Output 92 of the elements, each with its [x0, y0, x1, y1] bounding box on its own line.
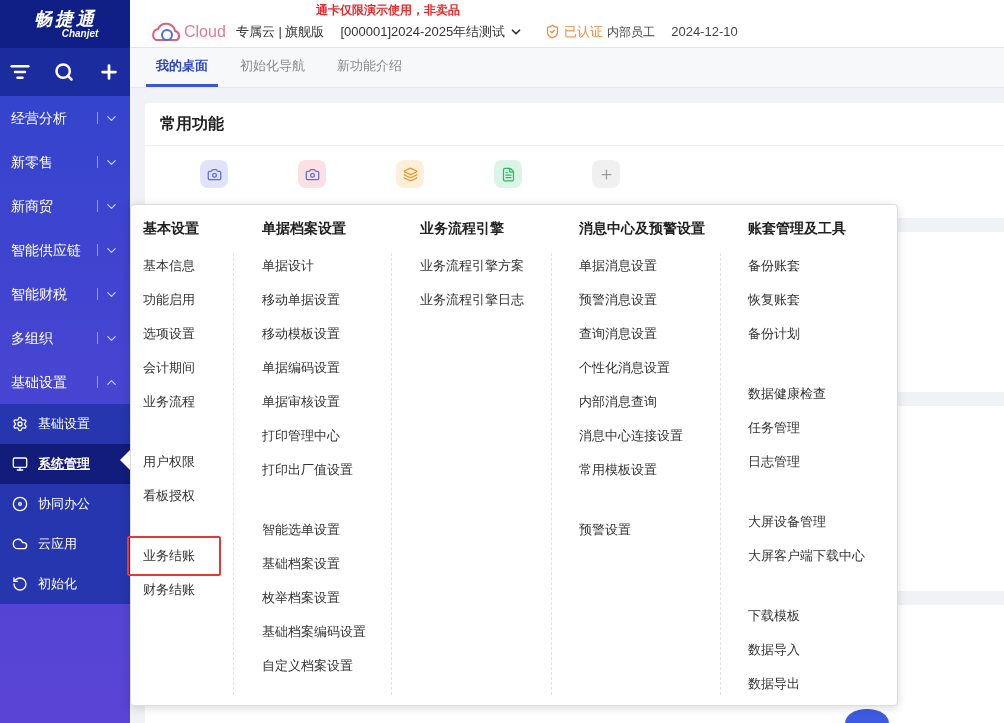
menu-item[interactable]: 功能启用 [143, 290, 195, 310]
logo-title: 畅捷通 [33, 9, 97, 28]
card-title: 常用功能 [160, 114, 224, 134]
menu-item[interactable]: 财务结账 [143, 580, 195, 600]
menu-item[interactable]: 业务流程引擎方案 [419, 256, 524, 276]
menu-item[interactable]: 单据编码设置 [261, 358, 340, 378]
nav-item[interactable]: 经营分析 [0, 96, 130, 140]
nav-item[interactable]: 智能供应链 [0, 228, 130, 272]
menu-item[interactable]: 枚举档案设置 [261, 588, 340, 608]
menu-item[interactable]: 备份计划 [747, 324, 800, 344]
menu-item[interactable]: 基本信息 [143, 256, 195, 276]
menu-heading: 单据档案设置 [261, 219, 347, 238]
nav-item[interactable]: 新商贸 [0, 184, 130, 228]
stack-icon [402, 166, 418, 182]
document-icon [500, 166, 516, 182]
nav-subitem[interactable]: 系统管理 [0, 444, 130, 484]
role-label: 内部员工 [607, 23, 656, 41]
menu-heading: 账套管理及工具 [747, 219, 847, 238]
brand-name: Cloud [184, 21, 226, 42]
tab[interactable]: 初始化导航 [230, 47, 315, 87]
menu-item[interactable]: 预警消息设置 [579, 290, 658, 310]
disc-icon [12, 496, 28, 512]
shortcut-icon[interactable] [592, 160, 620, 188]
menu-item[interactable]: 业务流程引擎日志 [419, 290, 524, 310]
menu-item[interactable]: 会计期间 [143, 358, 195, 378]
menu-item[interactable]: 备份账套 [747, 256, 800, 276]
shortcut-icon[interactable] [200, 160, 228, 188]
edition-label: 专属云 | 旗舰版 [235, 22, 325, 41]
menu-item[interactable]: 看板授权 [143, 486, 195, 506]
menu-item[interactable]: 下载模板 [747, 606, 800, 626]
date-label: 2024-12-10 [671, 22, 738, 41]
demo-notice: 通卡仅限演示使用，非卖品 [316, 3, 460, 17]
nav-item[interactable]: 基础设置 [0, 360, 130, 404]
monitor-icon [12, 456, 28, 472]
nav-item[interactable]: 智能财税 [0, 272, 130, 316]
menu-item[interactable]: 智能选单设置 [261, 520, 340, 540]
menu-item[interactable]: 基础档案设置 [261, 554, 340, 574]
menu-item[interactable]: 基础档案编码设置 [261, 622, 366, 642]
menu-item[interactable]: 大屏设备管理 [747, 512, 826, 532]
shortcut-icon[interactable] [396, 160, 424, 188]
menu-item[interactable]: 个性化消息设置 [579, 358, 671, 378]
menu-item[interactable]: 数据健康检查 [747, 384, 826, 404]
certified-label: 已认证 [564, 22, 604, 41]
menu-item[interactable]: 选项设置 [143, 324, 195, 344]
menu-item[interactable]: 消息中心连接设置 [579, 426, 684, 446]
menu-item[interactable]: 查询消息设置 [579, 324, 658, 344]
menu-item[interactable]: 用户权限 [143, 452, 195, 472]
shortcut-icon[interactable] [298, 160, 326, 188]
search-icon[interactable] [54, 62, 74, 82]
camera-icon [206, 166, 222, 182]
menu-item[interactable]: 移动模板设置 [261, 324, 340, 344]
refresh-icon [12, 576, 28, 592]
menu-heading: 消息中心及预警设置 [579, 219, 707, 238]
menu-item[interactable]: 数据导入 [747, 640, 800, 660]
menu-heading: 基本设置 [143, 219, 200, 238]
menu-item[interactable]: 任务管理 [747, 418, 800, 438]
camera-icon [304, 166, 320, 182]
menu-item[interactable]: 单据审核设置 [261, 392, 340, 412]
menu-item[interactable]: 内部消息查询 [579, 392, 658, 412]
shortcut-icon[interactable] [494, 160, 522, 188]
badge-icon [545, 24, 561, 39]
gear-icon [12, 416, 28, 432]
add-icon[interactable] [98, 61, 120, 83]
tab[interactable]: 新功能介绍 [327, 47, 412, 87]
cloud-icon [12, 536, 28, 552]
badge-icon [845, 709, 889, 723]
logo-subtitle: Chanjet [61, 28, 99, 39]
nav-subitem[interactable]: 云应用 [0, 524, 130, 564]
menu-item[interactable]: 数据导出 [747, 674, 800, 694]
menu-item[interactable]: 单据消息设置 [579, 256, 658, 276]
nav-subitem[interactable]: 基础设置 [0, 404, 130, 444]
tab[interactable]: 我的桌面 [146, 47, 218, 87]
menu-item[interactable]: 打印出厂值设置 [261, 460, 353, 480]
menu-item[interactable]: 恢复账套 [747, 290, 800, 310]
nav-subitem[interactable]: 初始化 [0, 564, 130, 604]
menu-item[interactable]: 单据设计 [261, 256, 314, 276]
menu-item[interactable]: 日志管理 [747, 452, 800, 472]
nav-item[interactable]: 多组织 [0, 316, 130, 360]
nav-subitem[interactable]: 协同办公 [0, 484, 130, 524]
account-dropdown[interactable]: [000001]2024-2025年结测试 [340, 21, 524, 42]
menu-heading: 业务流程引擎 [419, 219, 505, 238]
menu-item[interactable]: 业务流程 [143, 392, 195, 412]
menu-item[interactable]: 业务结账 [127, 536, 221, 576]
menu-item[interactable]: 预警设置 [579, 520, 632, 540]
menu-icon[interactable] [10, 62, 30, 82]
nav-item[interactable]: 新零售 [0, 140, 130, 184]
menu-item[interactable]: 大屏客户端下载中心 [747, 546, 865, 566]
plus-icon [598, 166, 614, 182]
menu-item[interactable]: 打印管理中心 [261, 426, 340, 446]
menu-item[interactable]: 常用模板设置 [579, 460, 658, 480]
menu-item[interactable]: 自定义档案设置 [261, 656, 353, 676]
menu-item[interactable]: 移动单据设置 [261, 290, 340, 310]
